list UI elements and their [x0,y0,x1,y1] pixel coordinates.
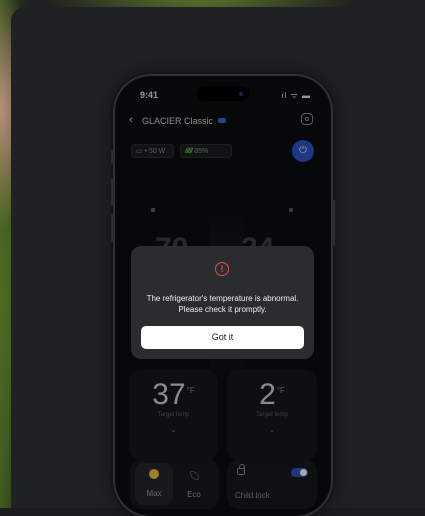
phone-volume-up [111,178,114,206]
phone-power-side-button [332,200,335,246]
alert-message: The refrigerator's temperature is abnorm… [146,294,299,314]
phone-volume-down [111,214,114,242]
phone-action-button [111,150,114,164]
alert-dialog: ! The refrigerator's temperature is abno… [131,246,314,359]
got-it-button[interactable]: Got it [141,326,304,349]
alert-icon: ! [215,262,229,276]
